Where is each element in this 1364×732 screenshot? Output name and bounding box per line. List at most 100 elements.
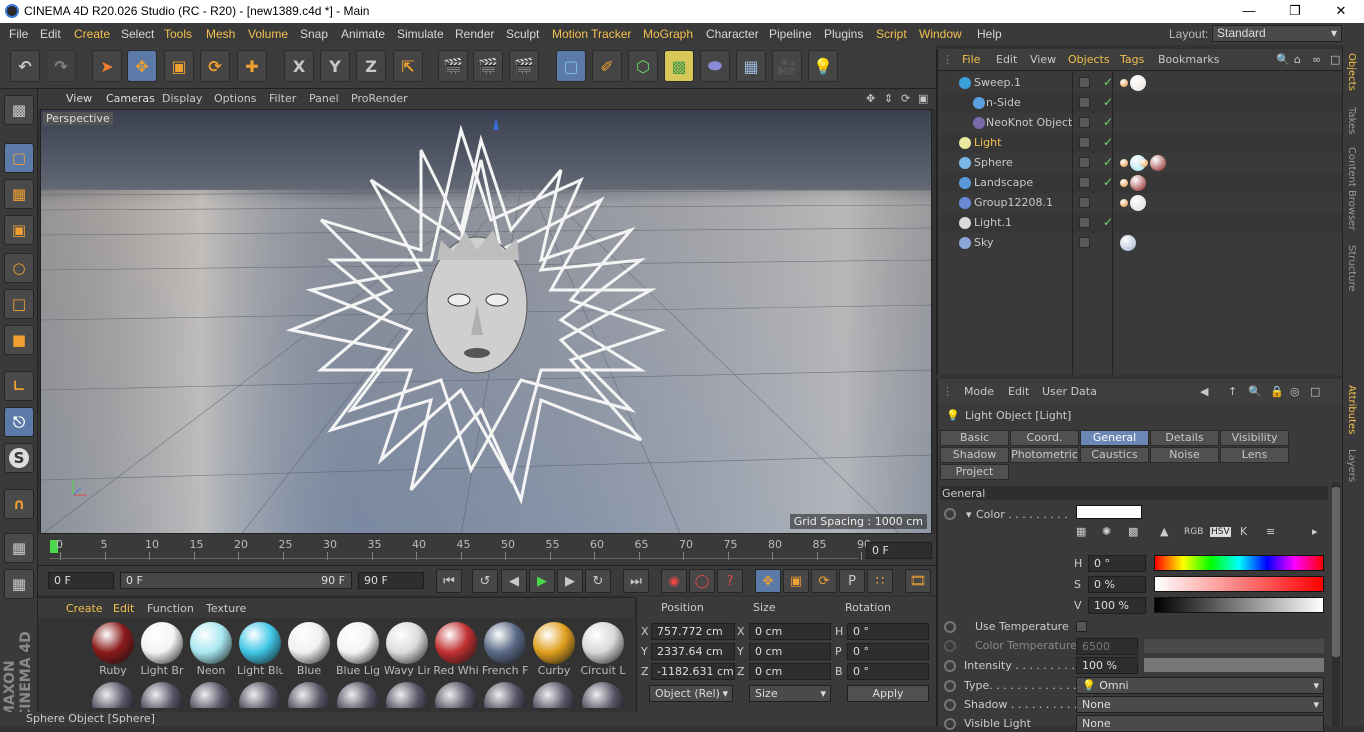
key-parameter-button[interactable]: P (839, 569, 865, 593)
camera-button[interactable]: 🎥 (772, 50, 802, 82)
end-frame-field[interactable]: 90 F (358, 572, 424, 589)
object-name[interactable]: Sphere (974, 156, 1013, 169)
attribute-menu-user-data[interactable]: User Data (1042, 385, 1097, 398)
menu-mesh[interactable]: Mesh (206, 27, 235, 41)
subdivision-button[interactable]: ⬡ (628, 50, 658, 82)
material-item[interactable] (580, 682, 626, 708)
home-icon[interactable]: ⌂ (1294, 53, 1301, 66)
play-button[interactable]: ▶ (529, 569, 555, 593)
intensity-field[interactable]: 100 % (1076, 657, 1138, 674)
color-wheel-icon[interactable]: ▦ (1076, 525, 1086, 538)
tab-objects[interactable]: Objects (1346, 53, 1357, 91)
intensity-slider[interactable] (1144, 658, 1324, 672)
material-item[interactable] (335, 682, 381, 708)
viewport-menu-options[interactable]: Options (214, 92, 256, 105)
record-button[interactable]: ◉ (661, 569, 687, 593)
material-item[interactable]: Blue (286, 622, 332, 677)
object-name[interactable]: Sweep.1 (974, 76, 1021, 89)
auto-key-button[interactable]: ◯ (689, 569, 715, 593)
layout-select[interactable]: Standard ▾ (1212, 25, 1342, 42)
layer-checkbox[interactable] (1079, 117, 1090, 128)
model-mode-button[interactable]: ▢ (4, 143, 34, 173)
viewport[interactable]: Perspective Grid Spacing : 1000 cm (40, 109, 932, 534)
object-name[interactable]: n-Side (986, 96, 1021, 109)
position-field[interactable]: 2337.64 cm (651, 643, 735, 660)
position-field[interactable]: 757.772 cm (651, 623, 735, 640)
render-settings-button[interactable]: 🎬 (509, 50, 539, 82)
rotation-field[interactable]: 0 ° (847, 643, 929, 660)
menu-create[interactable]: Create (74, 27, 110, 41)
render-view-button[interactable]: 🎬 (438, 50, 468, 82)
material-tag-icon[interactable] (1130, 75, 1146, 91)
redo-button[interactable]: ↷ (46, 50, 76, 82)
material-item[interactable] (237, 682, 283, 708)
object-row[interactable]: Group12208.1✓ (940, 193, 1344, 213)
tab-basic[interactable]: Basic (940, 430, 1009, 446)
picker-icon[interactable]: ▲ (1160, 525, 1168, 538)
hue-slider[interactable] (1154, 555, 1324, 571)
timeline-window-button[interactable]: 🎞 (905, 569, 931, 593)
x-axis-button[interactable]: X (284, 50, 314, 82)
y-axis-button[interactable]: Y (320, 50, 350, 82)
tag-icon[interactable] (1120, 199, 1128, 207)
object-menu-tags[interactable]: Tags (1120, 53, 1144, 66)
menu-tools[interactable]: Tools (164, 27, 192, 41)
viewport-menu-prorender[interactable]: ProRender (351, 92, 408, 105)
select-tool-button[interactable]: ➤ (92, 50, 122, 82)
coord-mode-select[interactable]: Object (Rel) ▾ (649, 685, 733, 702)
menu-mograph[interactable]: MoGraph (643, 27, 693, 41)
saturation-field[interactable]: 0 % (1088, 576, 1146, 593)
viewport-menu-cameras[interactable]: Cameras (106, 92, 155, 105)
kelvin-button[interactable]: K (1240, 525, 1247, 538)
viewport-menu-display[interactable]: Display (162, 92, 203, 105)
material-item[interactable]: Circuit L (580, 622, 626, 677)
pen-button[interactable]: ✐ (592, 50, 622, 82)
viewport-scene[interactable] (41, 110, 932, 534)
material-item[interactable] (482, 682, 528, 708)
key-pla-button[interactable]: ∷ (867, 569, 893, 593)
type-animate-radio[interactable] (944, 680, 956, 692)
material-item[interactable]: Red Whi (433, 622, 479, 677)
tab-lens[interactable]: Lens (1220, 447, 1289, 463)
menu-plugins[interactable]: Plugins (824, 27, 863, 41)
material-item[interactable] (90, 682, 136, 708)
axis-mode-button[interactable]: ∟ (4, 371, 34, 401)
material-item[interactable] (286, 682, 332, 708)
material-item[interactable]: Neon (188, 622, 234, 677)
material-item[interactable]: Blue Lig (335, 622, 381, 677)
tag-icon[interactable] (1120, 179, 1128, 187)
menu-select[interactable]: Select (121, 27, 154, 41)
expand-arrow-icon[interactable]: ▸ (1312, 525, 1318, 538)
polygons-mode-button[interactable]: ■ (4, 325, 34, 355)
locked-workplane-button[interactable]: ▦ (4, 533, 34, 563)
points-mode-button[interactable]: ○ (4, 253, 34, 283)
layer-checkbox[interactable] (1079, 157, 1090, 168)
tab-shadow[interactable]: Shadow (940, 447, 1009, 463)
start-frame-field[interactable]: 0 F (48, 572, 114, 589)
menu-edit[interactable]: Edit (40, 27, 61, 41)
tweak-mode-button[interactable]: ⎋ (4, 407, 34, 437)
cube-button[interactable]: ▢ (556, 50, 586, 82)
minimize-icon[interactable]: — (1226, 0, 1272, 23)
material-tag-icon[interactable] (1120, 235, 1136, 251)
tab-project[interactable]: Project (940, 464, 1009, 480)
material-item[interactable]: Wavy Lin (384, 622, 430, 677)
color-temperature-field[interactable]: 6500 (1076, 638, 1138, 655)
object-name[interactable]: Sky (974, 236, 993, 249)
viewport-rotate-icon[interactable]: ⟳ (901, 92, 910, 105)
spectrum-icon[interactable]: ✺ (1102, 525, 1111, 538)
frame-range-slider[interactable]: 0 F 90 F (120, 572, 352, 589)
live-select-button[interactable]: ✚ (237, 50, 267, 82)
face-mask-object[interactable] (426, 230, 528, 374)
object-row[interactable]: Light ✓ (940, 133, 1344, 153)
material-menu-edit[interactable]: Edit (113, 602, 134, 615)
visible-light-select[interactable]: None (1076, 715, 1324, 732)
menu-volume[interactable]: Volume (248, 27, 288, 41)
mixer-icon[interactable]: ≡ (1266, 525, 1275, 538)
menu-sculpt[interactable]: Sculpt (506, 27, 539, 41)
menu-snap[interactable]: Snap (300, 27, 328, 41)
planar-workplane-button[interactable]: ▦ (4, 569, 34, 599)
menu-pipeline[interactable]: Pipeline (769, 27, 812, 41)
color-swatch[interactable] (1076, 505, 1142, 519)
go-to-end-button[interactable]: ⏭ (623, 569, 649, 593)
